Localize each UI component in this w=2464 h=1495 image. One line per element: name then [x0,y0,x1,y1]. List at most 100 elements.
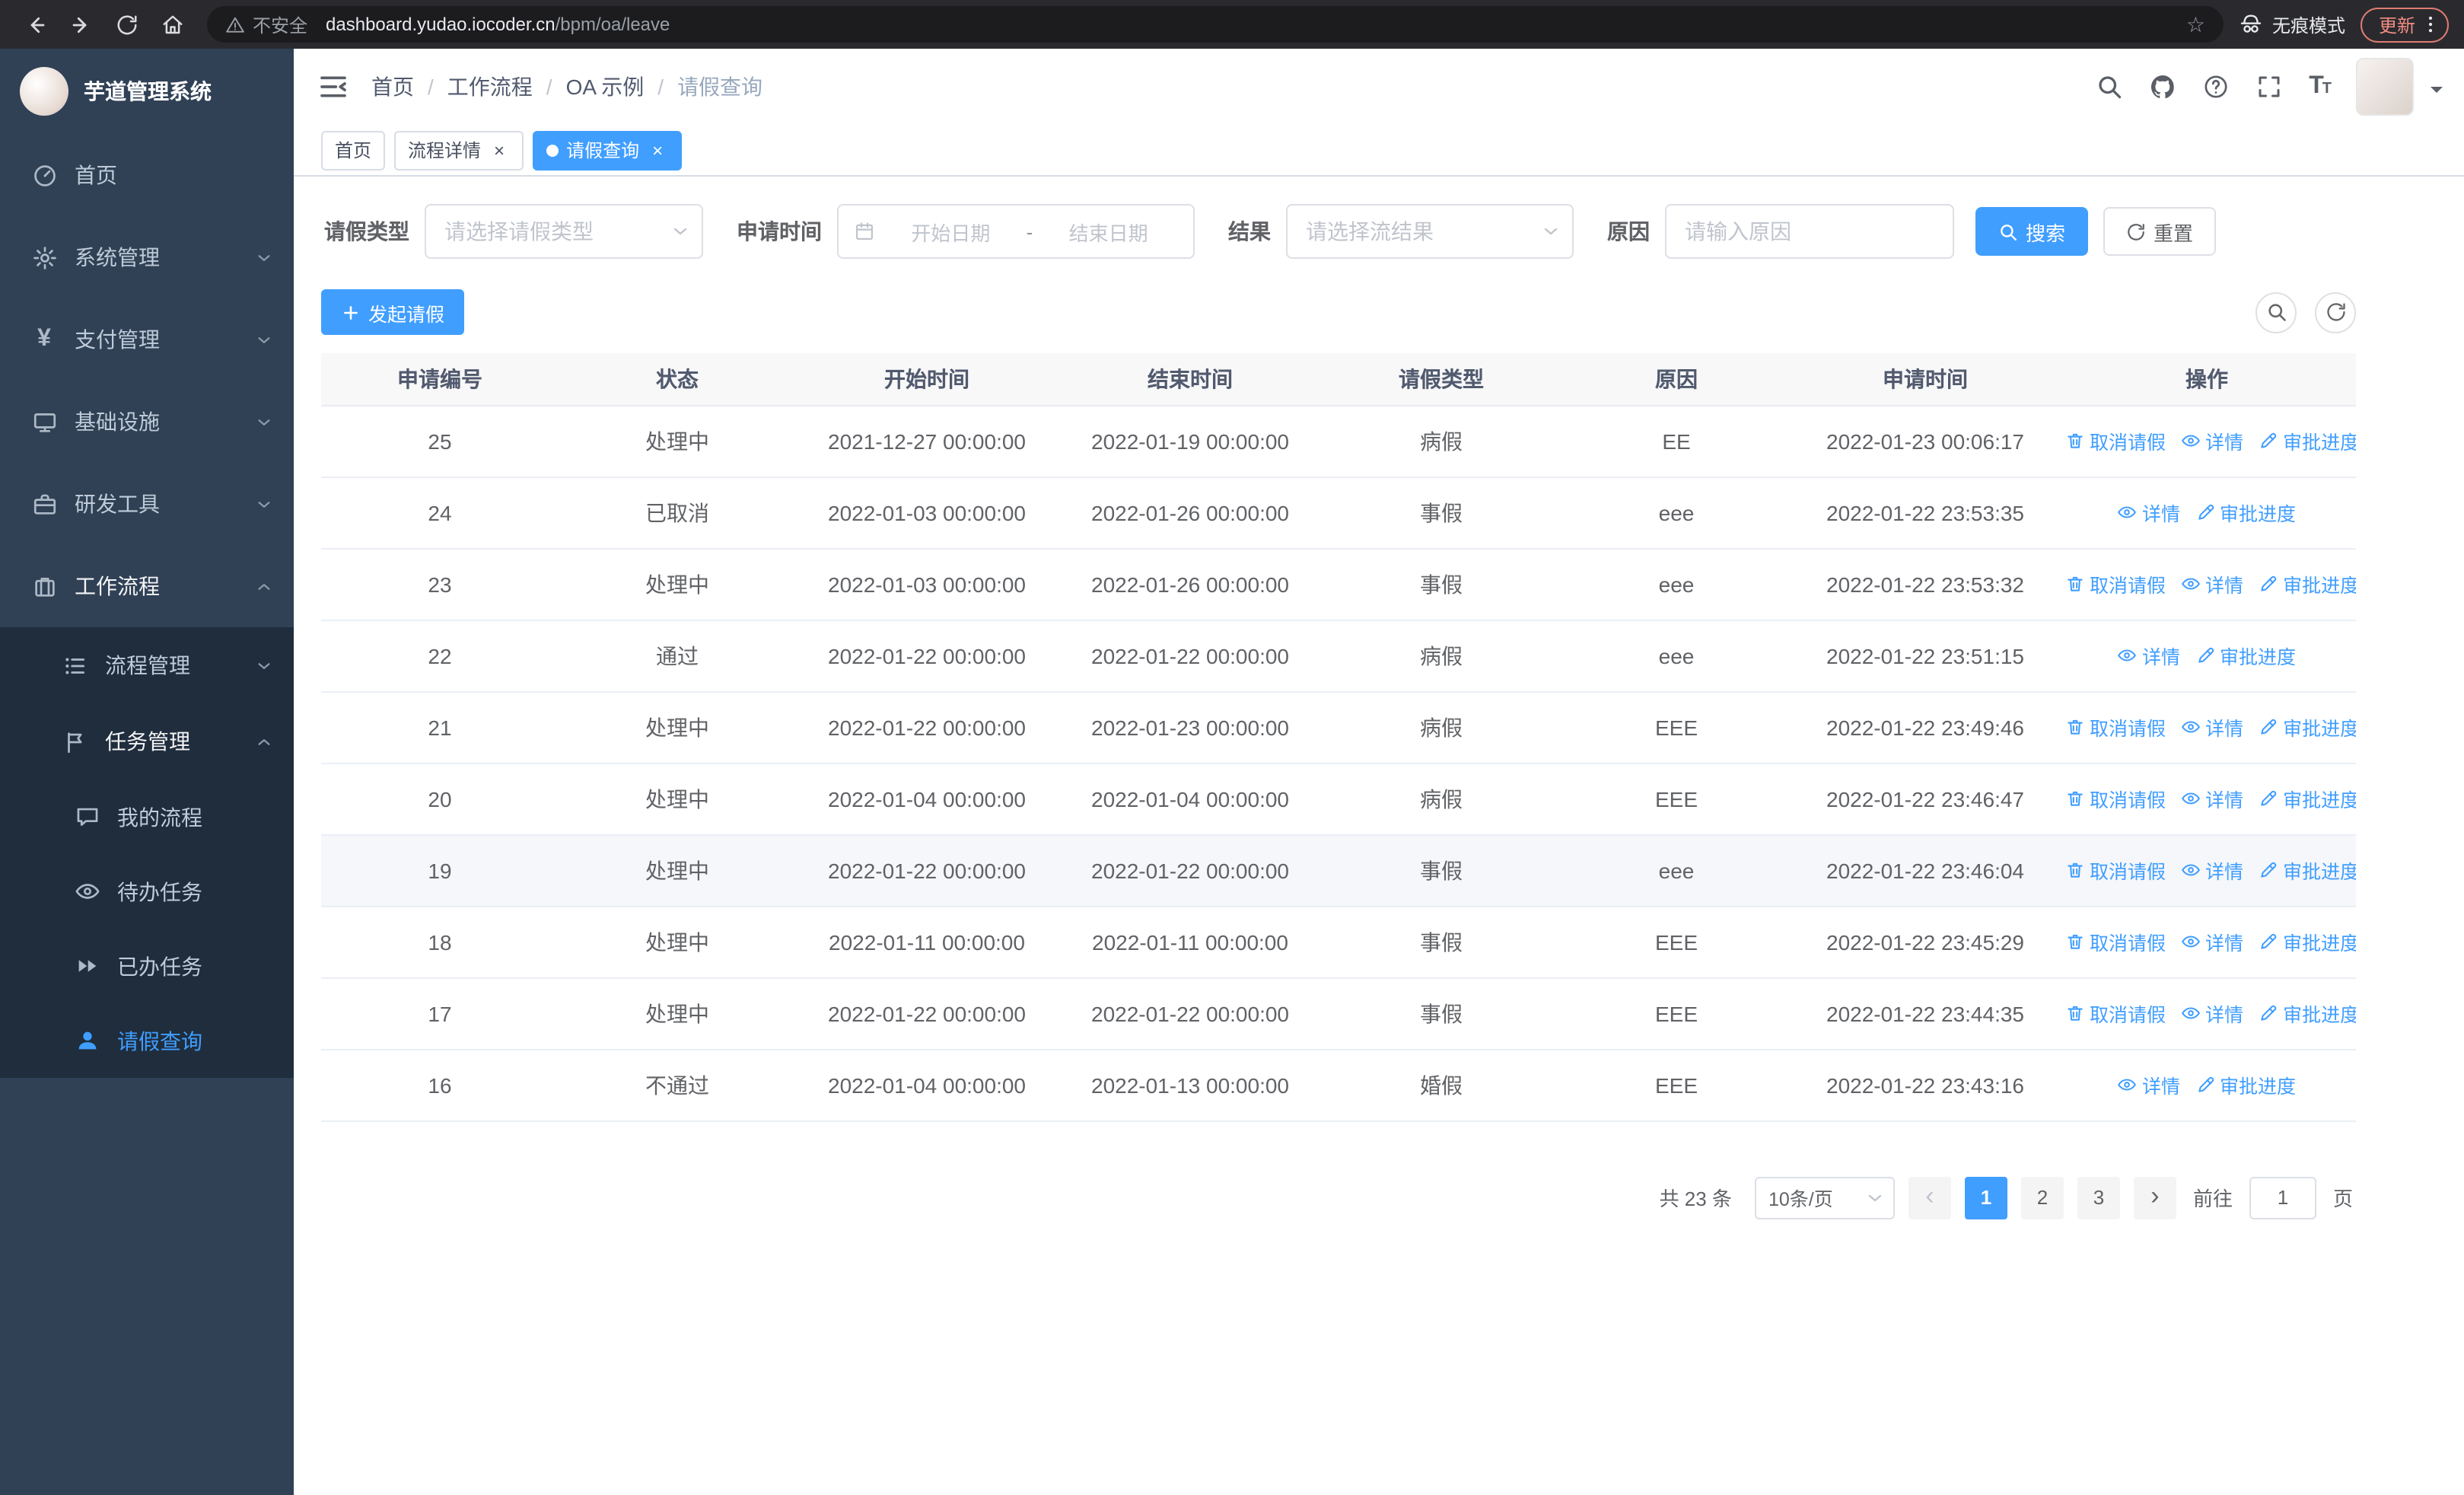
github-icon[interactable] [2149,73,2176,100]
trash-icon [2065,1003,2085,1023]
cancel-leave-link[interactable]: 取消请假 [2065,856,2166,885]
header-search-icon[interactable] [2096,73,2123,100]
plus-icon [341,302,361,322]
create-leave-button[interactable]: 发起请假 [321,289,465,335]
table-row: 19 处理中 2022-01-22 00:00:00 2022-01-22 00… [321,834,2356,907]
refresh-table-icon[interactable] [2315,292,2356,333]
trash-icon [2065,574,2085,594]
tab-home[interactable]: 首页 [321,130,386,170]
apply-time-range-picker[interactable]: 开始日期 - 结束日期 [837,204,1195,259]
cancel-leave-link[interactable]: 取消请假 [2065,999,2166,1028]
progress-link[interactable]: 审批进度 [2259,856,2356,885]
page-button-2[interactable]: 2 [2020,1176,2064,1219]
cell-actions: 取消请假 详情 审批进度 [2058,763,2356,835]
detail-link[interactable]: 详情 [2181,712,2243,741]
yen-icon: ¥ [37,326,51,352]
goto-page-input[interactable] [2249,1176,2316,1219]
next-page-button[interactable]: › [2133,1176,2176,1219]
reset-icon [2126,222,2146,241]
list-icon [61,652,88,679]
cell-actions: 取消请假 详情 审批进度 [2058,906,2356,978]
progress-link[interactable]: 审批进度 [2195,498,2296,527]
cell-apply-time: 2022-01-22 23:51:15 [1793,620,2058,692]
detail-link[interactable]: 详情 [2181,426,2243,455]
sidebar-item-system-management[interactable]: 系统管理 [0,216,294,298]
cancel-leave-link[interactable]: 取消请假 [2065,784,2166,813]
tab-leave-query[interactable]: 请假查询 × [533,130,683,170]
cancel-leave-label: 取消请假 [2090,790,2166,811]
cancel-leave-label: 取消请假 [2090,575,2166,597]
cancel-leave-link[interactable]: 取消请假 [2065,426,2166,455]
breadcrumb-item-oa-example[interactable]: OA 示例 [566,72,645,102]
logo-avatar [20,67,68,116]
browser-menu-button[interactable]: 更新 [2360,7,2449,42]
detail-link[interactable]: 详情 [2118,641,2180,670]
sidebar-item-my-process[interactable]: 我的流程 [0,779,294,854]
progress-link[interactable]: 审批进度 [2259,784,2356,813]
detail-link[interactable]: 详情 [2118,1070,2180,1099]
sidebar-item-home[interactable]: 首页 [0,134,294,216]
page-button-3[interactable]: 3 [2077,1176,2120,1219]
detail-label: 详情 [2141,1076,2180,1098]
security-label[interactable]: 不安全 [253,11,307,37]
detail-link[interactable]: 详情 [2181,999,2243,1028]
reset-button[interactable]: 重置 [2103,207,2217,256]
cancel-leave-link[interactable]: 取消请假 [2065,927,2166,956]
back-icon[interactable] [15,5,55,44]
close-tab-icon[interactable]: × [489,139,510,161]
sidebar-item-task-management[interactable]: 任务管理 [0,703,294,779]
monitor-icon [30,408,58,435]
sidebar-item-process-management[interactable]: 流程管理 [0,627,294,703]
sidebar-collapse-icon[interactable] [318,72,349,102]
avatar-caret-icon[interactable] [2431,87,2443,99]
breadcrumb-item-home[interactable]: 首页 [371,72,414,102]
address-bar[interactable]: 不安全 dashboard.yudao.iocoder.cn/bpm/oa/le… [207,6,2224,43]
progress-link[interactable]: 审批进度 [2195,1070,2296,1099]
sidebar-item-dev-tools[interactable]: 研发工具 [0,463,294,545]
table-row: 18 处理中 2022-01-11 00:00:00 2022-01-11 00… [321,906,2356,978]
page-size-select[interactable]: 10条/页 [1754,1176,1895,1219]
sidebar-item-infrastructure[interactable]: 基础设施 [0,381,294,463]
close-tab-icon[interactable]: × [647,139,668,161]
detail-link[interactable]: 详情 [2181,784,2243,813]
reason-input[interactable] [1665,204,1954,259]
page-size-value: 10条/页 [1768,1189,1833,1210]
detail-link[interactable]: 详情 [2181,856,2243,885]
progress-link[interactable]: 审批进度 [2259,927,2356,956]
leave-type-select[interactable]: 请选择请假类型 [425,204,703,259]
cancel-leave-link[interactable]: 取消请假 [2065,569,2166,598]
reload-icon[interactable] [107,5,146,44]
progress-link[interactable]: 审批进度 [2259,999,2356,1028]
sidebar-item-workflow[interactable]: 工作流程 [0,545,294,627]
help-icon[interactable] [2202,73,2230,100]
detail-link[interactable]: 详情 [2118,498,2180,527]
breadcrumb-item-workflow[interactable]: 工作流程 [447,72,533,102]
forward-icon[interactable] [61,5,100,44]
sidebar-item-done-tasks[interactable]: 已办任务 [0,929,294,1003]
toggle-search-icon[interactable] [2255,292,2297,333]
detail-link[interactable]: 详情 [2181,569,2243,598]
progress-label: 审批进度 [2220,1076,2297,1098]
not-secure-warning-icon [225,14,245,34]
sidebar-item-label: 基础设施 [75,410,160,434]
search-button[interactable]: 搜索 [1975,207,2089,256]
page-button-1[interactable]: 1 [1964,1176,2007,1219]
cancel-leave-link[interactable]: 取消请假 [2065,712,2166,741]
sidebar-item-payment-management[interactable]: ¥ 支付管理 [0,298,294,381]
result-select[interactable]: 请选择流结果 [1286,204,1574,259]
progress-link[interactable]: 审批进度 [2259,569,2356,598]
progress-link[interactable]: 审批进度 [2259,426,2356,455]
tab-process-detail[interactable]: 流程详情 × [394,130,524,170]
sidebar-item-todo-tasks[interactable]: 待办任务 [0,854,294,929]
detail-link[interactable]: 详情 [2181,927,2243,956]
progress-link[interactable]: 审批进度 [2195,641,2296,670]
home-icon[interactable] [152,5,192,44]
bookmark-star-icon[interactable]: ☆ [2186,14,2205,35]
sidebar-item-leave-query[interactable]: 请假查询 [0,1003,294,1078]
tab-label: 流程详情 [408,140,482,161]
font-size-icon[interactable]: TT [2309,74,2332,99]
fullscreen-icon[interactable] [2255,73,2283,100]
progress-link[interactable]: 审批进度 [2259,712,2356,741]
user-avatar[interactable] [2356,58,2414,116]
prev-page-button[interactable]: ‹ [1908,1176,1951,1219]
